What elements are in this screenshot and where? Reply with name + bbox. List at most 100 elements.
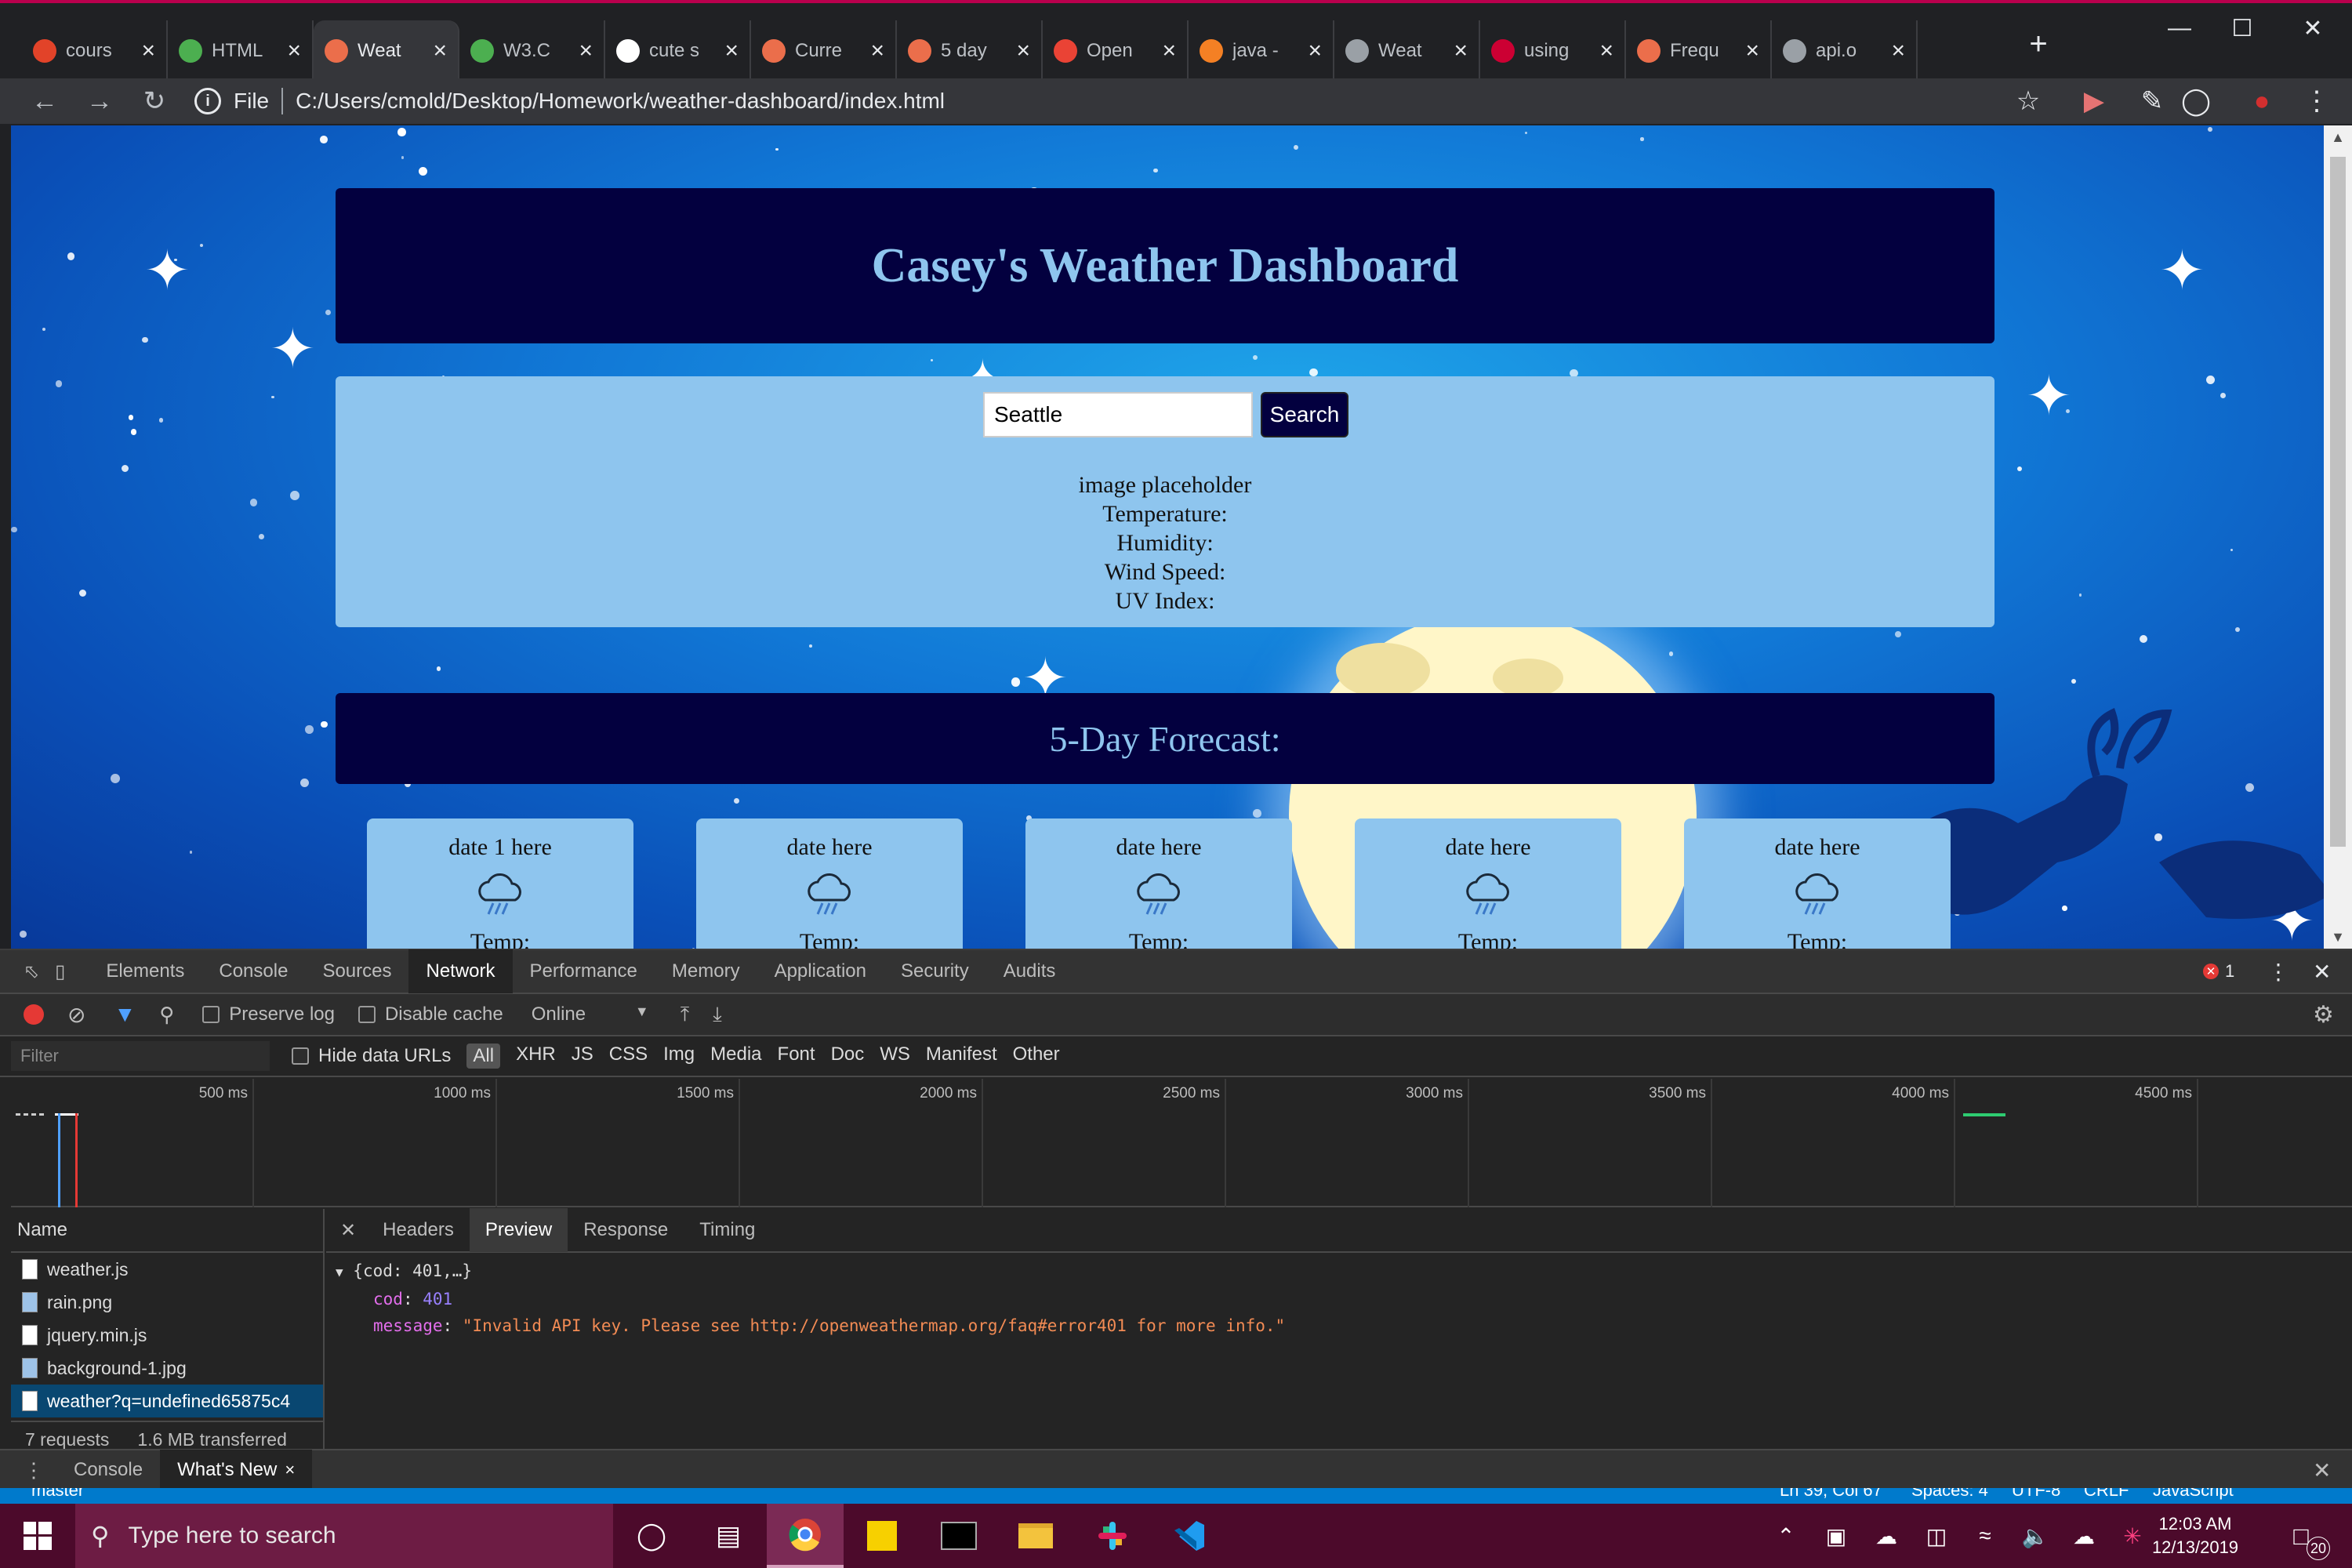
devtools-close-icon[interactable]: ✕ — [2313, 959, 2331, 985]
request-row[interactable]: rain.png — [11, 1286, 323, 1319]
upload-icon[interactable]: ☁ — [2067, 1504, 2101, 1568]
browser-menu-icon[interactable]: ⋮ — [2297, 82, 2336, 121]
browser-tab[interactable]: Open × — [1043, 20, 1189, 82]
devtools-tab-audits[interactable]: Audits — [986, 949, 1073, 993]
devtools-tab-elements[interactable]: Elements — [89, 949, 201, 993]
filter-type-xhr[interactable]: XHR — [516, 1044, 556, 1069]
close-tab-icon[interactable]: × — [724, 38, 739, 64]
browser-tab[interactable]: HTML × — [168, 20, 314, 82]
extension-circle-icon[interactable]: ◯ — [2176, 82, 2216, 121]
detail-tab-preview[interactable]: Preview — [469, 1208, 568, 1252]
error-count[interactable]: 1 — [2225, 961, 2234, 982]
extension-eyedropper-icon[interactable]: ✎ — [2132, 82, 2172, 121]
import-har-icon[interactable]: ⤒ — [681, 1002, 690, 1027]
close-tab-icon[interactable]: × — [1454, 38, 1468, 64]
hide-data-urls-checkbox[interactable]: Hide data URLs — [292, 1045, 451, 1067]
request-row[interactable]: jquery.min.js — [11, 1319, 323, 1352]
browser-tab[interactable]: api.o × — [1772, 20, 1918, 82]
export-har-icon[interactable]: ⤓ — [713, 1002, 722, 1027]
network-settings-gear-icon[interactable]: ⚙ — [2313, 1001, 2334, 1029]
devtools-tab-console[interactable]: Console — [201, 949, 305, 993]
filter-input[interactable]: Filter — [11, 1041, 270, 1071]
reload-icon[interactable]: ↻ — [127, 78, 182, 124]
scroll-down-icon[interactable]: ▼ — [2324, 925, 2352, 949]
inspect-element-icon[interactable]: ⬁ — [0, 949, 47, 993]
drawer-close-icon[interactable]: ✕ — [2313, 1457, 2331, 1483]
close-drawer-tab-icon[interactable]: × — [285, 1460, 295, 1480]
close-tab-icon[interactable]: × — [579, 38, 593, 64]
devtools-tab-security[interactable]: Security — [884, 949, 986, 993]
close-tab-icon[interactable]: × — [1891, 38, 1905, 64]
search-icon[interactable]: ⚲ — [159, 1003, 174, 1027]
address-url[interactable]: C:/Users/cmold/Desktop/Homework/weather-… — [296, 89, 945, 114]
browser-tab[interactable]: 5 day × — [897, 20, 1043, 82]
browser-tab[interactable]: Curre × — [751, 20, 897, 82]
browser-tab[interactable]: using × — [1480, 20, 1626, 82]
device-toolbar-icon[interactable]: ▯ — [47, 949, 89, 993]
taskbar-search[interactable]: ⚲ Type here to search — [75, 1504, 613, 1568]
devtools-menu-icon[interactable]: ⋮ — [2267, 959, 2289, 985]
devtools-tab-performance[interactable]: Performance — [513, 949, 655, 993]
close-tab-icon[interactable]: × — [1599, 38, 1613, 64]
close-tab-icon[interactable]: × — [433, 38, 447, 64]
close-tab-icon[interactable]: × — [141, 38, 155, 64]
browser-tab[interactable]: W3.C × — [459, 20, 605, 82]
profile-avatar-icon[interactable]: ● — [2242, 82, 2281, 121]
onedrive-icon[interactable]: ☁ — [1869, 1504, 1904, 1568]
devtools-tab-memory[interactable]: Memory — [655, 949, 757, 993]
filter-type-js[interactable]: JS — [572, 1044, 593, 1069]
close-tab-icon[interactable]: × — [1745, 38, 1759, 64]
maximize-icon[interactable]: ☐ — [2203, 6, 2281, 50]
extension-cast-icon[interactable]: ▶ — [2074, 82, 2114, 121]
drawer-tab[interactable]: Console — [56, 1450, 160, 1490]
filter-type-all[interactable]: All — [466, 1044, 501, 1069]
request-row[interactable]: weather.js — [11, 1253, 323, 1286]
app-tray-icon[interactable]: ✳ — [2117, 1504, 2148, 1568]
back-arrow-icon[interactable]: ← — [17, 78, 72, 124]
cursor-position[interactable]: Ln 39, Col 67 — [1780, 1488, 1882, 1501]
line-ending[interactable]: CRLF — [2084, 1488, 2129, 1501]
volume-icon[interactable]: 🔈 — [2018, 1504, 2053, 1568]
sticky-notes-icon[interactable] — [844, 1504, 920, 1568]
search-button[interactable]: Search — [1261, 392, 1348, 437]
filter-type-img[interactable]: Img — [663, 1044, 695, 1069]
cortana-icon[interactable]: ◯ — [613, 1504, 690, 1568]
notification-center-icon[interactable]: □ 20 — [2274, 1504, 2330, 1568]
detail-tab-headers[interactable]: Headers — [367, 1208, 470, 1252]
devtools-tab-network[interactable]: Network — [408, 949, 513, 993]
disable-cache-checkbox[interactable]: Disable cache — [358, 1004, 503, 1025]
close-tab-icon[interactable]: × — [870, 38, 884, 64]
browser-tab[interactable]: Frequ × — [1626, 20, 1772, 82]
show-hidden-icons-icon[interactable]: ⌃ — [1769, 1504, 1803, 1568]
devtools-tab-sources[interactable]: Sources — [305, 949, 408, 993]
bookmark-star-icon[interactable]: ☆ — [2009, 82, 2048, 121]
preserve-log-checkbox[interactable]: Preserve log — [202, 1004, 335, 1025]
browser-tab[interactable]: Weat × — [314, 20, 459, 82]
filter-type-ws[interactable]: WS — [880, 1044, 910, 1069]
vscode-icon[interactable] — [1151, 1504, 1228, 1568]
terminal-icon[interactable] — [920, 1504, 997, 1568]
language-mode[interactable]: JavaScript — [2153, 1488, 2234, 1501]
filter-funnel-icon[interactable]: ▼ — [114, 1002, 136, 1027]
devtools-tab-application[interactable]: Application — [757, 949, 884, 993]
taskbar-clock[interactable]: 12:03 AM 12/13/2019 — [2148, 1504, 2242, 1568]
browser-tab[interactable]: Weat × — [1334, 20, 1480, 82]
city-search-input[interactable]: Seattle — [983, 392, 1253, 437]
slack-icon[interactable] — [1074, 1504, 1151, 1568]
filter-type-media[interactable]: Media — [710, 1044, 761, 1069]
name-column-header[interactable]: Name — [11, 1209, 323, 1253]
indentation[interactable]: Spaces: 4 — [1911, 1488, 1988, 1501]
throttling-select[interactable]: Online ▼ — [532, 1004, 649, 1025]
chrome-icon[interactable] — [767, 1504, 844, 1568]
error-icon[interactable]: ✕ — [2203, 964, 2219, 979]
close-tab-icon[interactable]: × — [287, 38, 301, 64]
windows-start-icon[interactable] — [0, 1504, 75, 1568]
close-tab-icon[interactable]: × — [1308, 38, 1322, 64]
network-timeline-overview[interactable]: 500 ms 1000 ms 1500 ms 2000 ms 2500 ms 3000 m… — [11, 1079, 2352, 1207]
drawer-menu-icon[interactable]: ⋮ — [0, 1458, 56, 1483]
scrollbar-thumb[interactable] — [2330, 157, 2346, 847]
address-bar[interactable]: i File C:/Users/cmold/Desktop/Homework/w… — [179, 82, 2045, 121]
filter-type-font[interactable]: Font — [778, 1044, 815, 1069]
filter-type-other[interactable]: Other — [1013, 1044, 1060, 1069]
detail-tab-timing[interactable]: Timing — [684, 1208, 771, 1252]
